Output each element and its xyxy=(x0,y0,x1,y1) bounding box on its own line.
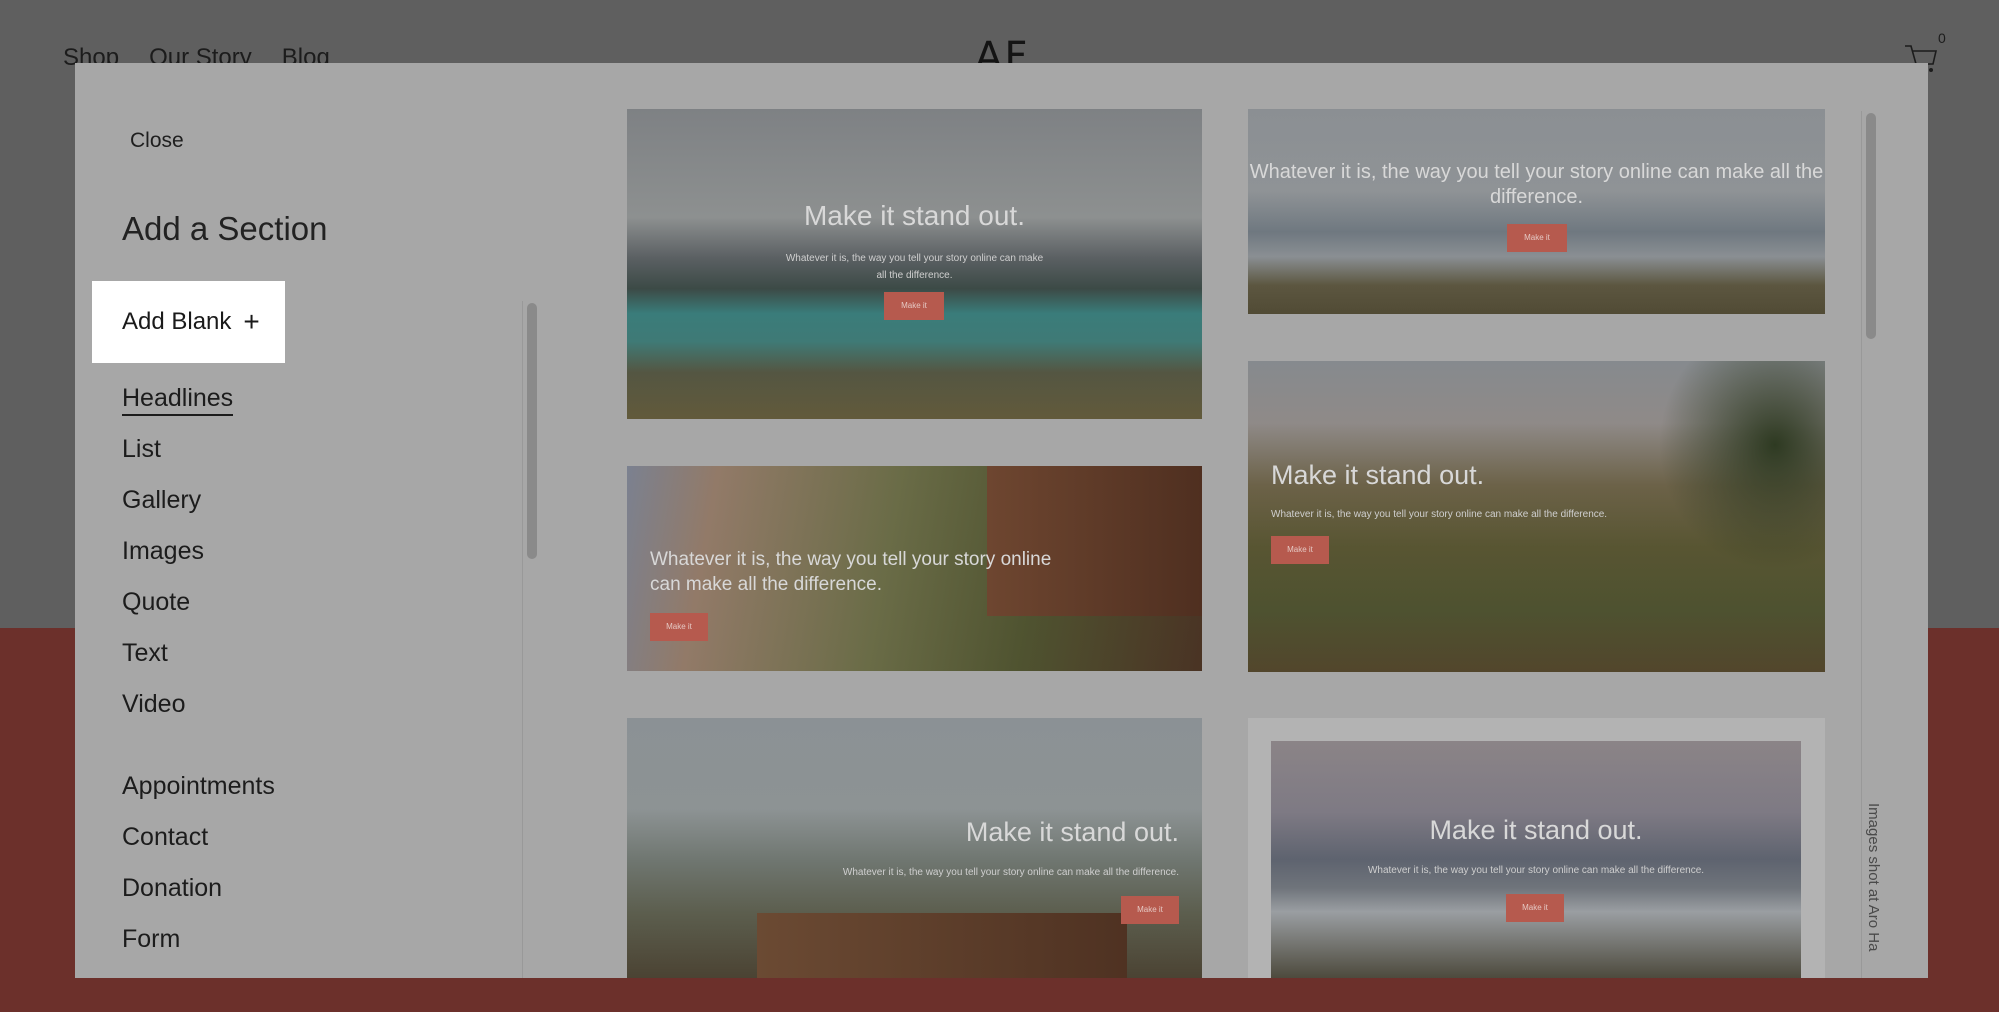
section-template[interactable]: Make it stand out. Whatever it is, the w… xyxy=(1248,718,1825,978)
category-form[interactable]: Form xyxy=(122,914,275,965)
template-cta: Make it xyxy=(884,292,944,320)
template-headline: Make it stand out. xyxy=(1429,815,1643,845)
template-cta: Make it xyxy=(650,613,708,641)
image-credit: Images shot at Aro Ha xyxy=(1865,803,1882,952)
template-image-tree xyxy=(1658,361,1825,571)
add-blank-label: Add Blank xyxy=(122,308,232,335)
template-subtext: Whatever it is, the way you tell your st… xyxy=(785,253,1044,281)
section-template[interactable]: Make it stand out. Whatever it is, the w… xyxy=(627,109,1202,419)
modal-title: Add a Section xyxy=(122,210,328,247)
templates-scrollbar[interactable] xyxy=(1866,113,1876,339)
template-headline: Whatever it is, the way you tell your st… xyxy=(650,549,1052,595)
template-headline: Make it stand out. xyxy=(1271,460,1485,490)
section-template[interactable]: Make it stand out. Whatever it is, the w… xyxy=(627,718,1202,978)
category-quote[interactable]: Quote xyxy=(122,577,275,628)
category-images[interactable]: Images xyxy=(122,526,275,577)
template-subtext: Whatever it is, the way you tell your st… xyxy=(1271,509,1608,520)
template-subtext: Whatever it is, the way you tell your st… xyxy=(842,867,1179,878)
template-image xyxy=(1271,741,1801,978)
section-template[interactable]: Whatever it is, the way you tell your st… xyxy=(1248,109,1825,314)
category-video[interactable]: Video xyxy=(122,679,275,730)
template-cta: Make it xyxy=(1121,896,1179,924)
section-template[interactable]: Make it stand out. Whatever it is, the w… xyxy=(1248,361,1825,672)
add-blank-button[interactable]: Add Blank + xyxy=(92,281,285,363)
template-cta: Make it xyxy=(1507,224,1567,252)
template-headline: Whatever it is, the way you tell your st… xyxy=(1249,161,1824,208)
category-appointments[interactable]: Appointments xyxy=(122,761,275,812)
template-headline: Make it stand out. xyxy=(803,200,1025,231)
category-headlines[interactable]: Headlines xyxy=(122,373,275,424)
category-list-item[interactable]: List xyxy=(122,424,275,475)
template-image-house xyxy=(757,913,1127,978)
template-cta: Make it xyxy=(1271,536,1329,564)
close-button[interactable]: Close xyxy=(130,129,184,153)
add-section-modal: Close Add a Section Add Blank + Headline… xyxy=(75,63,1928,978)
category-text[interactable]: Text xyxy=(122,628,275,679)
category-scrollbar[interactable] xyxy=(527,303,537,559)
cart-count: 0 xyxy=(1938,30,1946,46)
template-cta: Make it xyxy=(1506,894,1564,922)
section-template[interactable]: Whatever it is, the way you tell your st… xyxy=(627,466,1202,671)
template-image xyxy=(1248,109,1825,314)
category-contact[interactable]: Contact xyxy=(122,812,275,863)
template-subtext: Whatever it is, the way you tell your st… xyxy=(1367,865,1705,876)
category-donation[interactable]: Donation xyxy=(122,863,275,914)
category-list: Headlines List Gallery Images Quote Text… xyxy=(122,373,275,965)
template-headline: Make it stand out. xyxy=(965,817,1179,847)
template-framed-image: Make it stand out. Whatever it is, the w… xyxy=(1271,741,1801,978)
category-gallery[interactable]: Gallery xyxy=(122,475,275,526)
plus-icon: + xyxy=(243,306,260,337)
